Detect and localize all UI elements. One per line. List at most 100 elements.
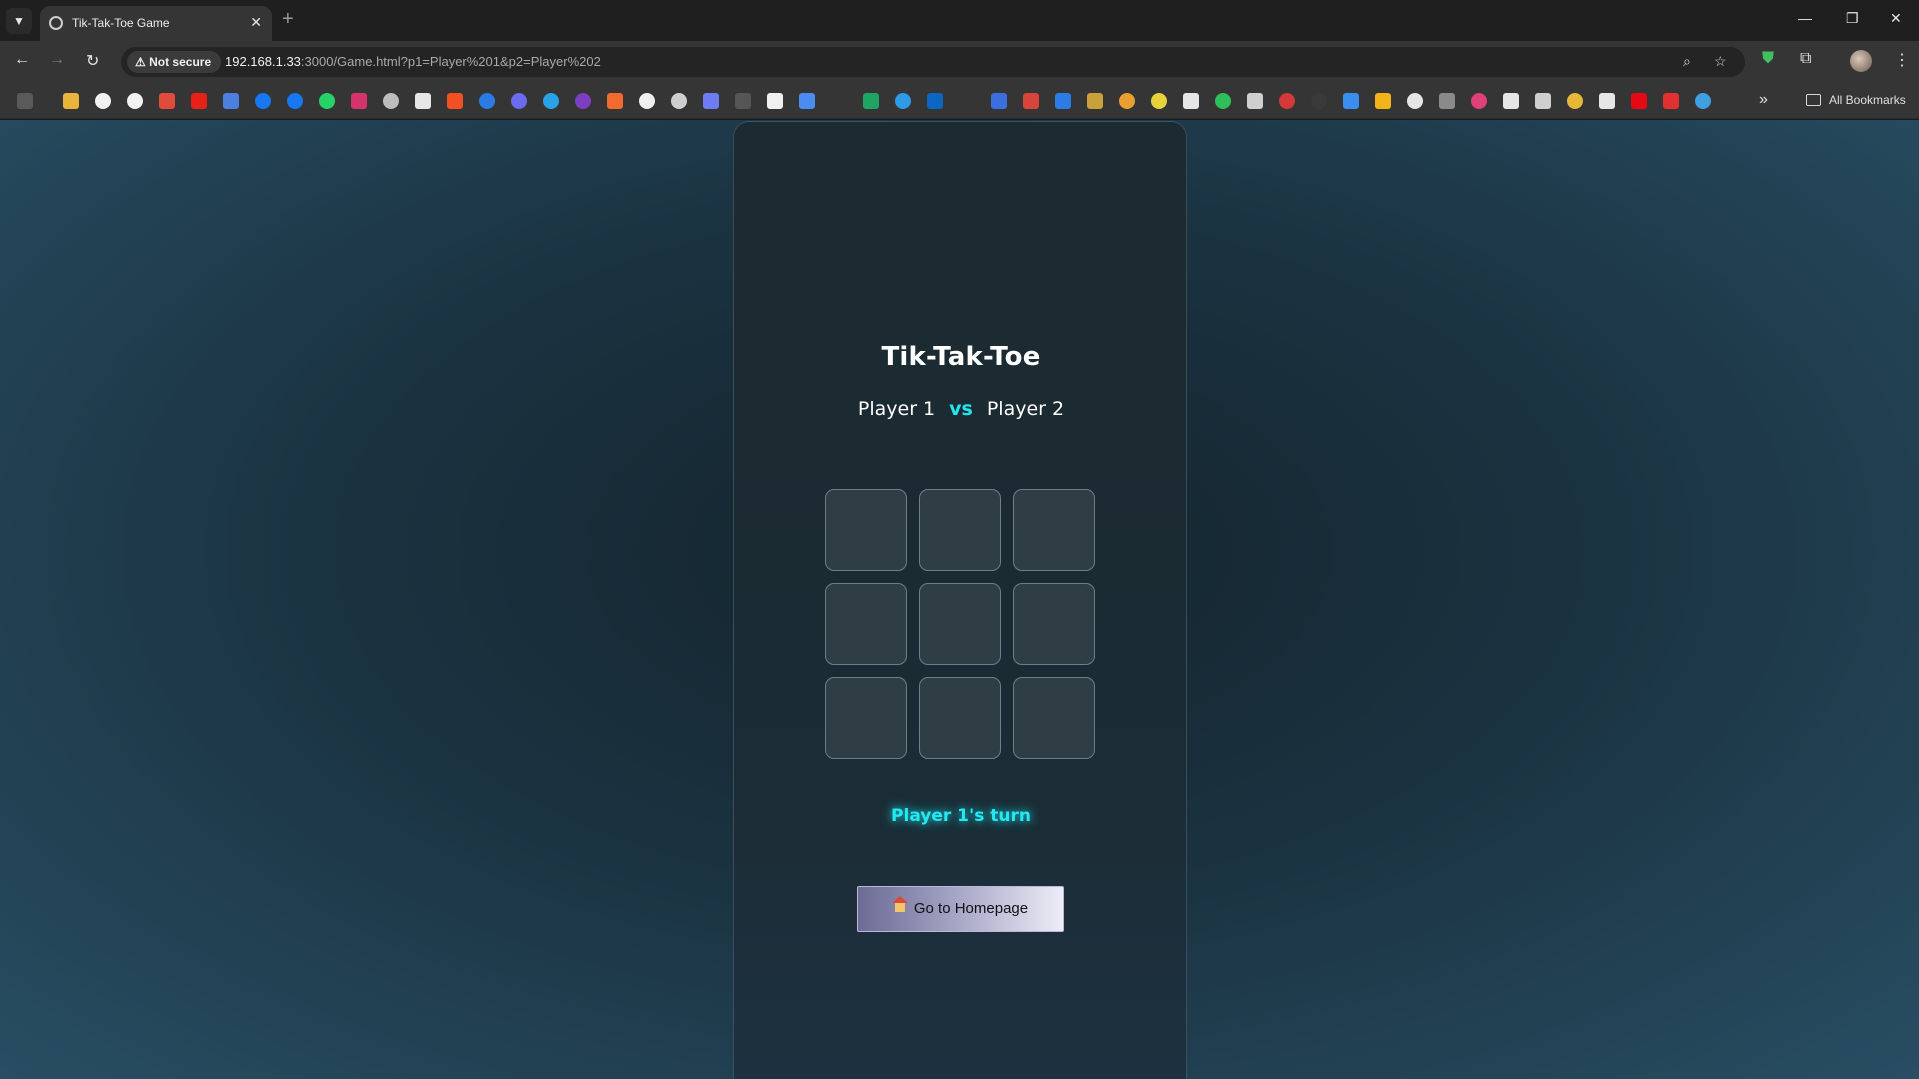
player2-name: Player 2 xyxy=(986,398,1065,420)
photoshop-icon[interactable] xyxy=(1503,93,1519,109)
address-bar[interactable]: ⚠ Not secure 192.168.1.33:3000/Game.html… xyxy=(121,47,1745,77)
go-to-homepage-button[interactable]: Go to Homepage xyxy=(857,886,1064,932)
turn-status: Player 1's turn xyxy=(891,806,1031,826)
spotify-icon[interactable] xyxy=(735,93,751,109)
figma-icon[interactable] xyxy=(607,93,623,109)
bookmark-blue-icon[interactable] xyxy=(1343,93,1359,109)
x-icon[interactable] xyxy=(415,93,431,109)
folder-icon xyxy=(1806,94,1821,106)
linkedin-icon[interactable] xyxy=(927,93,943,109)
bookmark-yellow-icon[interactable] xyxy=(1567,93,1583,109)
gemini-icon[interactable] xyxy=(799,93,815,109)
back-icon[interactable]: ← xyxy=(14,51,30,69)
pdf-icon[interactable] xyxy=(1663,93,1679,109)
reload-icon[interactable]: ↻ xyxy=(86,51,99,71)
board-cell[interactable] xyxy=(919,677,1001,759)
board-cell[interactable] xyxy=(919,583,1001,665)
bookmark-pink-icon[interactable] xyxy=(1471,93,1487,109)
security-label: Not secure xyxy=(149,55,212,69)
tab-strip: ▼ Tik-Tak-Toe Game ✕ + — ❐ ✕ xyxy=(0,0,1919,41)
bookmark-dark-icon[interactable] xyxy=(1311,93,1327,109)
threads-icon[interactable] xyxy=(383,93,399,109)
board-cell[interactable] xyxy=(825,489,907,571)
board-cell[interactable] xyxy=(1013,677,1095,759)
messenger-icon[interactable] xyxy=(511,93,527,109)
microsoft-icon[interactable] xyxy=(447,93,463,109)
copilot-icon[interactable] xyxy=(895,93,911,109)
more-bookmarks-icon[interactable]: » xyxy=(1759,91,1768,109)
player1-name: Player 1 xyxy=(857,398,936,420)
game-board xyxy=(825,489,1097,761)
board-cell[interactable] xyxy=(1013,583,1095,665)
home-button-label: Go to Homepage xyxy=(913,900,1029,917)
bookmark-red-icon[interactable] xyxy=(1023,93,1039,109)
url-path: :3000/Game.html?p1=Player%201&p2=Player%… xyxy=(300,54,601,69)
url-host: 192.168.1.33 xyxy=(225,54,301,69)
tab-title: Tik-Tak-Toe Game xyxy=(72,16,170,30)
whatsapp-icon[interactable] xyxy=(319,93,335,109)
close-icon[interactable]: ✕ xyxy=(250,14,262,31)
grammarly-icon[interactable] xyxy=(1407,93,1423,109)
active-tab[interactable]: Tik-Tak-Toe Game ✕ xyxy=(40,6,272,41)
extensions-icon[interactable]: ⧉ xyxy=(1800,50,1811,68)
windows-icon[interactable] xyxy=(1375,93,1391,109)
canva-icon[interactable] xyxy=(479,93,495,109)
new-tab-button[interactable]: + xyxy=(282,8,294,30)
bookmark-lime-icon[interactable] xyxy=(1151,93,1167,109)
github-icon[interactable] xyxy=(639,93,655,109)
meta-icon[interactable] xyxy=(991,93,1007,109)
security-chip[interactable]: ⚠ Not secure xyxy=(127,51,222,73)
google-icon[interactable] xyxy=(127,93,143,109)
board-cell[interactable] xyxy=(825,583,907,665)
bookmark-white-icon[interactable] xyxy=(1599,93,1615,109)
google-icon[interactable] xyxy=(63,93,79,109)
instagram-icon[interactable] xyxy=(351,93,367,109)
page-title: Tik-Tak-Toe xyxy=(881,342,1041,372)
gauge-icon[interactable] xyxy=(1279,93,1295,109)
google-icon[interactable] xyxy=(95,93,111,109)
bookmark-star-icon[interactable]: ☆ xyxy=(1714,53,1727,70)
pen-icon[interactable] xyxy=(1183,93,1199,109)
restore-icon[interactable]: ❐ xyxy=(1846,10,1859,27)
netflix-icon[interactable] xyxy=(1631,93,1647,109)
window-close-icon[interactable]: ✕ xyxy=(1890,10,1902,27)
gmail-icon[interactable] xyxy=(159,93,175,109)
tor-icon[interactable] xyxy=(575,93,591,109)
url-text[interactable]: 192.168.1.33:3000/Game.html?p1=Player%20… xyxy=(225,54,601,69)
board-cell[interactable] xyxy=(825,677,907,759)
bookmarks-bar: » All Bookmarks xyxy=(0,83,1919,119)
menu-icon[interactable]: ⋮ xyxy=(1894,50,1910,70)
all-bookmarks-link[interactable]: All Bookmarks xyxy=(1829,93,1906,107)
translate-icon[interactable] xyxy=(223,93,239,109)
profile-avatar[interactable] xyxy=(1850,50,1872,72)
warning-icon: ⚠ xyxy=(135,55,146,69)
excalidraw-icon[interactable] xyxy=(703,93,719,109)
chrome-icon[interactable] xyxy=(1119,93,1135,109)
board-cell[interactable] xyxy=(919,489,1001,571)
globe-icon xyxy=(49,16,63,30)
upwork-icon[interactable] xyxy=(1247,93,1263,109)
youtube-icon[interactable] xyxy=(191,93,207,109)
facebook-icon[interactable] xyxy=(287,93,303,109)
paypal-icon[interactable] xyxy=(1055,93,1071,109)
house-icon xyxy=(891,896,908,914)
bookmark-green-icon[interactable] xyxy=(1215,93,1231,109)
facebook-icon[interactable] xyxy=(255,93,271,109)
game-card: Tik-Tak-Toe Player 1 vs Player 2 Player 1'… xyxy=(733,121,1187,1079)
forward-icon[interactable]: → xyxy=(49,51,65,69)
telegram-icon[interactable] xyxy=(543,93,559,109)
bookmark-stack-icon[interactable] xyxy=(1439,93,1455,109)
sheets-icon[interactable] xyxy=(863,93,879,109)
tools-icon[interactable] xyxy=(1535,93,1551,109)
shield-icon[interactable] xyxy=(1695,93,1711,109)
openai-icon[interactable] xyxy=(671,93,687,109)
minimize-icon[interactable]: — xyxy=(1798,10,1812,26)
bookmark-gold-icon[interactable] xyxy=(1087,93,1103,109)
shield-extension-icon[interactable]: ⛊ xyxy=(1762,50,1774,68)
board-cell[interactable] xyxy=(1013,489,1095,571)
apps-grid-icon[interactable] xyxy=(17,93,33,109)
anthropic-icon[interactable] xyxy=(767,93,783,109)
tab-search-icon[interactable]: ▼ xyxy=(6,8,32,34)
zoom-icon[interactable]: ⌕ xyxy=(1683,53,1691,70)
browser-toolbar: ← → ↻ ⚠ Not secure 192.168.1.33:3000/Gam… xyxy=(0,41,1919,83)
